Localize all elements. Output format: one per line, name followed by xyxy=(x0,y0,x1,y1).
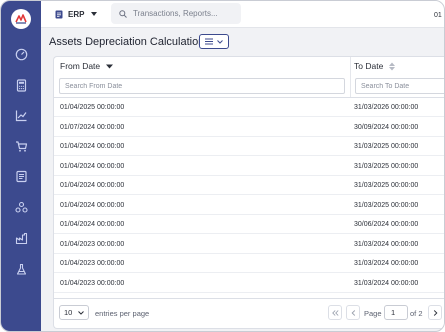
from-date-cell: 01/04/2025 00:00:00 xyxy=(60,104,125,111)
search-icon xyxy=(119,9,127,18)
chevron-right-icon xyxy=(433,309,437,316)
from-date-cell: 01/04/2023 00:00:00 xyxy=(60,240,125,248)
column-label: To Date xyxy=(354,61,384,71)
column-separator xyxy=(350,57,351,97)
to-date-cell: 31/03/2025 00:00:00 xyxy=(354,143,419,150)
to-date-cell: 31/03/2025 00:00:00 xyxy=(354,162,419,170)
from-date-cell: 01/04/2023 00:00:00 xyxy=(60,279,125,287)
search-input[interactable] xyxy=(133,9,233,18)
page-count-label: of 2 xyxy=(410,309,423,318)
sidebar-item-manufacturing[interactable] xyxy=(13,230,29,246)
sidebar xyxy=(1,1,41,331)
from-date-cell: 01/04/2024 00:00:00 xyxy=(60,143,125,150)
factory-icon xyxy=(15,232,27,244)
from-date-cell: 01/04/2024 00:00:00 xyxy=(60,221,125,228)
column-label: From Date xyxy=(60,61,101,71)
footer-divider xyxy=(54,298,444,299)
column-header-to-date[interactable]: To Date xyxy=(354,61,396,71)
sidebar-item-calculator[interactable] xyxy=(13,77,29,93)
table-row[interactable]: 01/04/2025 00:00:00 31/03/2026 00:00:00 xyxy=(54,98,444,117)
to-date-cell: 30/09/2024 00:00:00 xyxy=(354,123,419,131)
from-date-cell: 01/07/2024 00:00:00 xyxy=(60,123,125,131)
sidebar-item-quality[interactable] xyxy=(13,261,29,277)
user-menu[interactable]: 01 xyxy=(434,12,442,19)
ledger-icon xyxy=(15,170,27,182)
chevron-down-icon xyxy=(217,39,223,44)
per-page-label: entries per page xyxy=(95,309,150,318)
chevron-left-icon xyxy=(351,309,355,316)
from-date-cell: 01/04/2024 00:00:00 xyxy=(60,182,125,189)
module-label: ERP xyxy=(68,9,85,19)
from-date-cell: 01/04/2024 00:00:00 xyxy=(60,201,125,209)
sort-desc-icon xyxy=(106,64,114,68)
top-bar: ERP 01 xyxy=(41,1,444,28)
page-title: Assets Depreciation Calculation xyxy=(49,36,205,48)
double-chevron-left-icon xyxy=(331,309,339,316)
to-date-cell: 31/03/2026 00:00:00 xyxy=(354,104,419,111)
data-table: From Date To Date 01/04/2025 00:00:00 31/… xyxy=(53,56,444,329)
table-row[interactable]: 01/04/2024 00:00:00 31/03/2025 00:00:00 xyxy=(54,196,444,215)
next-page-button[interactable] xyxy=(428,305,442,320)
table-row[interactable]: 01/04/2024 00:00:00 31/03/2025 00:00:00 xyxy=(54,137,444,156)
calculator-icon xyxy=(16,78,26,92)
from-date-cell: 01/04/2024 00:00:00 xyxy=(60,162,125,170)
page-number-input[interactable] xyxy=(384,305,408,320)
chevron-down-icon xyxy=(91,12,98,16)
app-logo[interactable] xyxy=(11,9,31,29)
table-row[interactable]: 01/04/2023 00:00:00 31/03/2024 00:00:00 xyxy=(54,274,444,293)
table-row[interactable]: 01/04/2023 00:00:00 31/03/2024 00:00:00 xyxy=(54,254,444,273)
table-row[interactable]: 01/04/2023 00:00:00 31/03/2024 00:00:00 xyxy=(54,235,444,254)
logo-icon xyxy=(15,14,27,24)
sidebar-item-accounts[interactable] xyxy=(13,168,29,184)
table-row[interactable]: 01/04/2024 00:00:00 31/03/2025 00:00:00 xyxy=(54,176,444,195)
chart-line-icon xyxy=(15,110,26,121)
table-row[interactable]: 01/04/2024 00:00:00 31/03/2025 00:00:00 xyxy=(54,157,444,176)
per-page-value: 10 xyxy=(64,308,73,317)
app-window: ERP 01 Assets Depreciation Calculation F… xyxy=(0,0,445,332)
lab-flask-icon xyxy=(16,263,26,275)
to-date-cell: 31/03/2024 00:00:00 xyxy=(354,260,419,267)
table-row[interactable]: 01/07/2024 00:00:00 30/09/2024 00:00:00 xyxy=(54,118,444,137)
per-page-select[interactable]: 10 xyxy=(59,305,89,320)
sidebar-item-reports[interactable] xyxy=(13,107,29,123)
table-row[interactable]: 01/04/2024 00:00:00 30/06/2024 00:00:00 xyxy=(54,215,444,234)
chevron-down-icon xyxy=(78,310,84,315)
page-label: Page xyxy=(364,309,382,318)
to-date-cell: 31/03/2024 00:00:00 xyxy=(354,240,419,248)
list-icon xyxy=(205,38,213,45)
column-header-from-date[interactable]: From Date xyxy=(60,61,114,71)
global-search xyxy=(111,3,241,24)
first-page-button[interactable] xyxy=(328,305,342,320)
to-date-cell: 31/03/2024 00:00:00 xyxy=(354,279,419,287)
prev-page-button[interactable] xyxy=(346,305,360,320)
sort-icon xyxy=(389,62,396,70)
from-date-filter[interactable] xyxy=(59,78,345,94)
to-date-cell: 30/06/2024 00:00:00 xyxy=(354,221,419,228)
from-date-cell: 01/04/2023 00:00:00 xyxy=(60,260,125,267)
sidebar-item-dashboard[interactable] xyxy=(13,46,29,62)
to-date-cell: 31/03/2025 00:00:00 xyxy=(354,201,419,209)
to-date-cell: 31/03/2025 00:00:00 xyxy=(354,182,419,189)
module-switcher[interactable]: ERP xyxy=(55,7,98,21)
dashboard-icon xyxy=(15,48,27,60)
to-date-filter[interactable] xyxy=(355,78,444,94)
document-icon xyxy=(55,10,63,18)
view-menu-button[interactable] xyxy=(199,34,229,49)
hierarchy-icon xyxy=(14,201,28,213)
sidebar-item-purchase[interactable] xyxy=(13,138,29,154)
sidebar-item-organization[interactable] xyxy=(13,199,29,215)
cart-icon xyxy=(15,140,27,152)
